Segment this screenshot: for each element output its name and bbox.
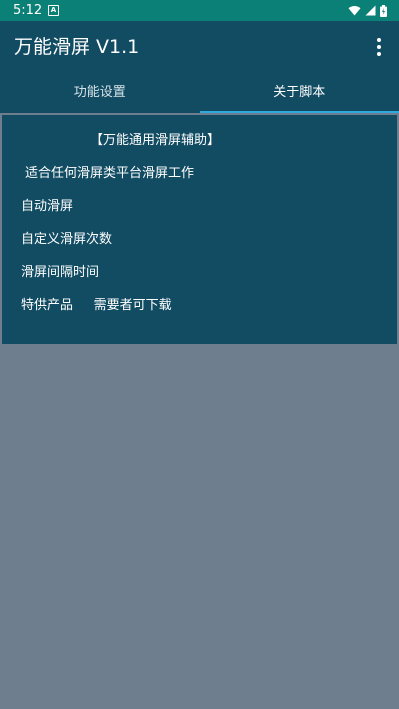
about-line: 特供产品 需要者可下载 (21, 298, 172, 313)
about-line: 自动滑屏 (21, 199, 74, 214)
a-icon: A (48, 5, 59, 16)
tab-label: 关于脚本 (273, 85, 326, 100)
tab-label: 功能设置 (73, 85, 126, 100)
about-line: 滑屏间隔时间 (21, 265, 100, 280)
tab-function-settings[interactable]: 功能设置 (0, 77, 200, 113)
tab-about-script[interactable]: 关于脚本 (199, 77, 399, 113)
app-title: 万能滑屏 V1.1 (14, 36, 140, 58)
app-bar: 万能滑屏 V1.1 功能设置 关于脚本 (0, 21, 399, 113)
status-time: 5:12 (13, 3, 43, 18)
battery-icon (380, 4, 387, 17)
about-line: 适合任何滑屏类平台滑屏工作 (25, 166, 195, 181)
signal-icon (365, 5, 376, 16)
tab-indicator (199, 111, 399, 113)
more-vert-icon[interactable] (367, 35, 391, 59)
about-panel: 【万能通用滑屏辅助】 适合任何滑屏类平台滑屏工作 自动滑屏 自定义滑屏次数 滑屏… (2, 115, 397, 344)
tab-bar: 功能设置 关于脚本 (0, 77, 399, 113)
status-bar: 5:12 A (0, 0, 399, 21)
about-line: 自定义滑屏次数 (21, 232, 113, 247)
status-icons (348, 3, 387, 18)
about-heading: 【万能通用滑屏辅助】 (90, 133, 221, 148)
wifi-icon (348, 5, 361, 16)
